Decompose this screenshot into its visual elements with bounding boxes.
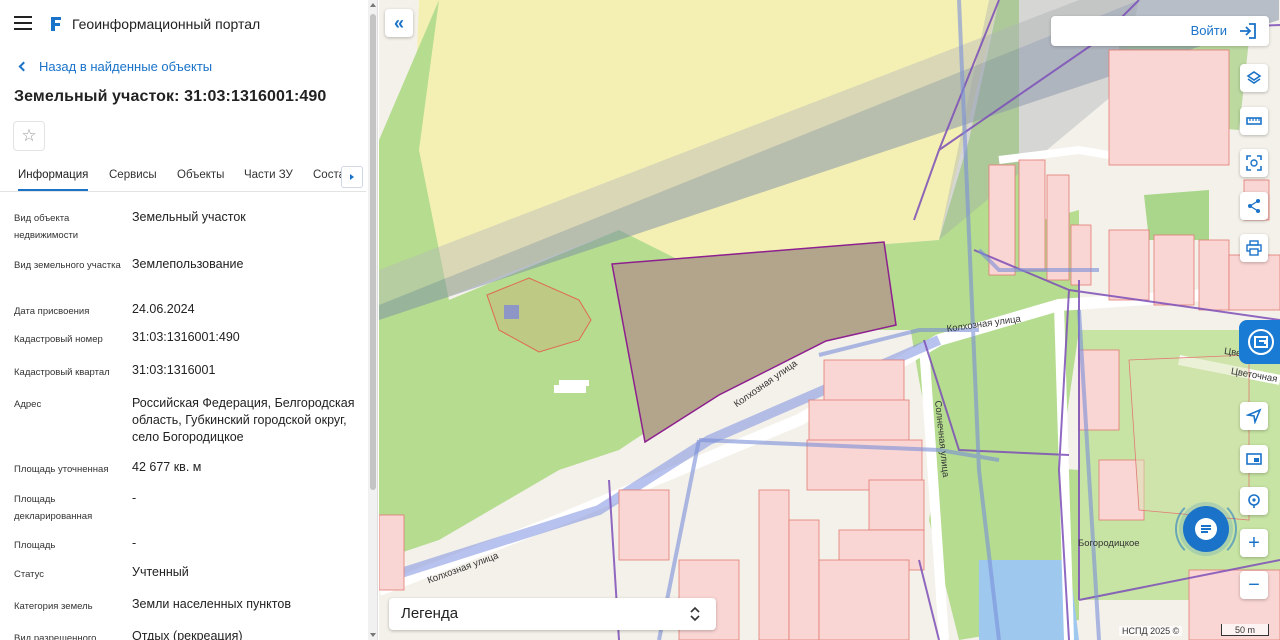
footpath-mark <box>559 380 589 386</box>
service-widget-button[interactable] <box>1239 320 1280 364</box>
print-button[interactable] <box>1240 234 1268 262</box>
minimap-button[interactable] <box>1240 445 1268 473</box>
geolocate-button[interactable] <box>1240 487 1268 515</box>
back-to-results-link[interactable]: Назад в найденные объекты <box>16 56 212 76</box>
footpath-mark <box>554 385 586 393</box>
layers-button[interactable] <box>1240 64 1268 92</box>
chevron-right-icon <box>350 174 354 180</box>
tab-parcel-parts[interactable]: Части ЗУ <box>244 169 293 191</box>
property-value: Землепользование <box>132 257 244 271</box>
property-value: 31:03:1316001:490 <box>132 330 240 344</box>
small-structure <box>504 305 519 319</box>
property-value: 42 677 кв. м <box>132 460 202 474</box>
property-value: Российская Федерация, Белгородская облас… <box>132 396 355 444</box>
property-key: Кадастровый номер <box>14 334 103 345</box>
minimap-icon <box>1246 453 1262 465</box>
hamburger-menu-icon[interactable] <box>14 16 32 30</box>
target-pin-icon <box>1248 494 1260 508</box>
scrollbar-thumb[interactable] <box>370 14 376 490</box>
portal-logo-icon <box>51 17 61 31</box>
property-value: Земли населенных пунктов <box>132 597 291 611</box>
back-to-results-label: Назад в найденные объекты <box>39 58 213 74</box>
zoom-out-button[interactable]: − <box>1240 571 1268 599</box>
print-icon <box>1246 240 1262 256</box>
property-value: 31:03:1316001 <box>132 363 216 377</box>
chevron-left-icon <box>18 61 29 71</box>
page-title: Земельный участок: 31:03:1316001:490 <box>14 88 327 105</box>
map-canvas[interactable] <box>379 0 1280 640</box>
panel-scrollbar[interactable] <box>368 0 377 640</box>
green-patch <box>1144 190 1209 240</box>
legend-label: Легенда <box>401 605 459 622</box>
property-value: 24.06.2024 <box>132 302 195 316</box>
property-value: Земельный участок <box>132 210 246 224</box>
favorite-star-button[interactable]: ☆ <box>13 121 45 151</box>
property-value: Отдых (рекреация) <box>132 629 243 640</box>
login-button[interactable]: Войти <box>1051 16 1269 46</box>
object-tabs: Информация Сервисы Объекты Части ЗУ Сост… <box>0 164 366 192</box>
service-logo-icon <box>1248 329 1274 355</box>
object-info-panel: Геоинформационный портал Назад в найденн… <box>0 0 378 640</box>
legend-toggle[interactable]: Легенда <box>389 598 716 630</box>
scroll-up-icon[interactable] <box>370 3 376 7</box>
map-scale-bar: 50 m <box>1221 624 1269 636</box>
property-key: Адрес <box>14 399 42 410</box>
property-key: Кадастровый квартал <box>14 367 110 378</box>
collapse-panel-button[interactable]: « <box>385 9 413 37</box>
property-value: - <box>132 536 137 550</box>
garden-parcel <box>1128 354 1250 521</box>
map-view[interactable]: Колхозная улица Колхозная улица Колхозна… <box>379 0 1280 640</box>
double-chevron-left-icon: « <box>393 12 404 33</box>
star-icon: ☆ <box>21 126 37 145</box>
chat-icon <box>1195 518 1217 540</box>
map-attribution: НСПД 2025 © <box>1119 626 1183 636</box>
tabs-scroll-right-button[interactable] <box>341 166 363 188</box>
app-title: Геоинформационный портал <box>72 16 261 32</box>
my-location-button[interactable] <box>1240 402 1268 430</box>
property-key: Площадь <box>14 540 56 551</box>
area-select-button[interactable] <box>1240 149 1268 177</box>
measure-button[interactable] <box>1240 107 1268 135</box>
plus-icon: + <box>1248 532 1260 554</box>
minus-icon: − <box>1248 574 1260 596</box>
property-key: Статус <box>14 569 45 580</box>
property-key: Дата присвоения <box>14 306 90 317</box>
tab-objects[interactable]: Объекты <box>177 169 224 191</box>
property-key: Вид разрешенного <box>14 633 97 640</box>
tab-services[interactable]: Сервисы <box>109 169 157 191</box>
share-button[interactable] <box>1240 192 1268 220</box>
property-key: Категория земель <box>14 601 93 612</box>
scroll-down-icon[interactable] <box>370 633 376 637</box>
login-label: Войти <box>1190 23 1227 38</box>
property-key: Вид объекта недвижимости <box>14 213 79 241</box>
panel-header: Геоинформационный портал <box>0 0 368 46</box>
property-key: Площадь декларированная <box>14 494 93 522</box>
property-key: Площадь уточненная <box>14 464 109 475</box>
location-arrow-icon <box>1246 408 1262 424</box>
property-key: Вид земельного участка <box>14 260 121 271</box>
login-icon <box>1240 23 1256 39</box>
chat-button[interactable] <box>1183 506 1229 552</box>
expand-updown-icon <box>690 606 700 622</box>
tab-information[interactable]: Информация <box>18 169 89 191</box>
property-value: Учтенный <box>132 565 189 579</box>
share-icon <box>1248 199 1260 213</box>
layers-icon <box>1246 71 1262 84</box>
area-select-icon <box>1246 155 1262 171</box>
place-label-bogoroditskoe: Богородицкое <box>1078 538 1140 549</box>
app-root: Геоинформационный портал Назад в найденн… <box>0 0 1280 640</box>
property-value: - <box>132 491 137 505</box>
ruler-icon <box>1246 117 1262 125</box>
zoom-in-button[interactable]: + <box>1240 529 1268 557</box>
